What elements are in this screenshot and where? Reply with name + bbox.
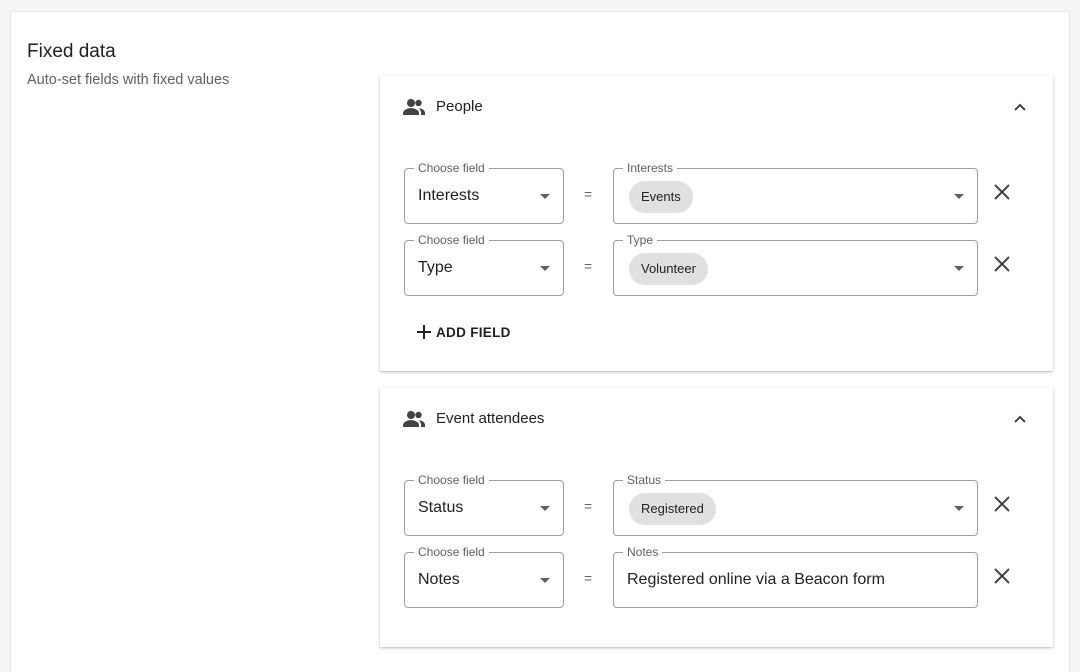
people-icon	[403, 99, 425, 115]
caret-down-icon	[954, 194, 964, 199]
people-icon	[403, 411, 425, 427]
chevron-up-icon[interactable]	[1013, 100, 1027, 114]
close-icon[interactable]	[990, 564, 1014, 588]
people-panel-header[interactable]: People	[380, 76, 1053, 138]
choose-field-value: Type	[418, 259, 453, 276]
section-title: Fixed data	[27, 41, 116, 62]
equals-sign: =	[584, 498, 593, 514]
type-value-select[interactable]: Type Volunteer	[613, 233, 978, 296]
caret-down-icon	[540, 578, 550, 583]
caret-down-icon	[540, 266, 550, 271]
chevron-up-icon[interactable]	[1013, 412, 1027, 426]
choose-field-value: Interests	[418, 187, 480, 204]
close-icon[interactable]	[990, 492, 1014, 516]
value-field-label: Interests	[623, 161, 678, 175]
choose-field-value: Notes	[418, 571, 460, 588]
choose-field-value: Status	[418, 499, 464, 516]
value-chip[interactable]: Registered	[629, 493, 716, 525]
notes-text-field[interactable]: Notes Registered online via a Beacon for…	[613, 545, 978, 608]
event-attendees-panel: Event attendees Choose field Status = St…	[380, 388, 1053, 647]
value-field-label: Type	[623, 233, 658, 247]
value-chip[interactable]: Events	[629, 181, 693, 213]
notes-value[interactable]: Registered online via a Beacon form	[627, 571, 885, 589]
caret-down-icon	[954, 506, 964, 511]
add-field-button[interactable]: ADD FIELD	[416, 320, 511, 344]
close-icon[interactable]	[990, 180, 1014, 204]
caret-down-icon	[954, 266, 964, 271]
caret-down-icon	[540, 194, 550, 199]
caret-down-icon	[540, 506, 550, 511]
people-panel-title: People	[436, 98, 483, 115]
choose-field-select[interactable]: Choose field Notes	[404, 545, 564, 608]
status-value-select[interactable]: Status Registered	[613, 473, 978, 536]
value-field-label: Notes	[623, 545, 663, 559]
choose-field-label: Choose field	[414, 233, 489, 247]
choose-field-label: Choose field	[414, 545, 489, 559]
choose-field-label: Choose field	[414, 473, 489, 487]
plus-icon	[417, 325, 431, 339]
choose-field-label: Choose field	[414, 161, 489, 175]
choose-field-select[interactable]: Choose field Type	[404, 233, 564, 296]
add-field-label: ADD FIELD	[436, 324, 511, 340]
equals-sign: =	[584, 186, 593, 202]
value-chip[interactable]: Volunteer	[629, 253, 708, 285]
choose-field-select[interactable]: Choose field Interests	[404, 161, 564, 224]
interests-value-select[interactable]: Interests Events	[613, 161, 978, 224]
equals-sign: =	[584, 570, 593, 586]
event-attendees-panel-header[interactable]: Event attendees	[380, 388, 1053, 450]
value-field-label: Status	[623, 473, 666, 487]
people-panel: People Choose field Interests = Interest…	[380, 76, 1053, 371]
equals-sign: =	[584, 258, 593, 274]
event-attendees-panel-title: Event attendees	[436, 410, 545, 427]
section-subtitle: Auto-set fields with fixed values	[27, 72, 230, 88]
close-icon[interactable]	[990, 252, 1014, 276]
choose-field-select[interactable]: Choose field Status	[404, 473, 564, 536]
